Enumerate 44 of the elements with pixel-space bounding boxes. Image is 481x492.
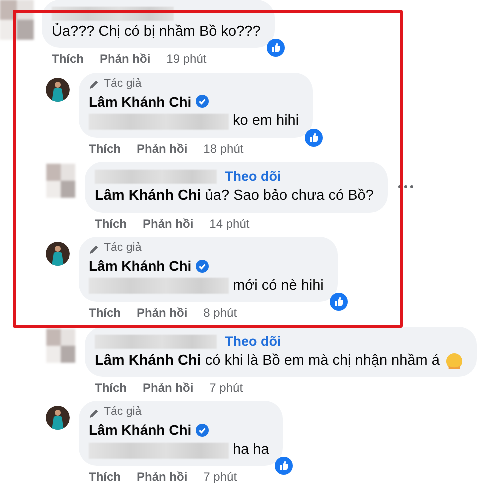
comment-text: Lâm Khánh Chi ủa? Sao bảo chưa có Bồ? — [95, 188, 374, 206]
author-name[interactable]: Lâm Khánh Chi — [89, 422, 192, 440]
timestamp[interactable]: 19 phút — [166, 52, 207, 67]
avatar[interactable] — [46, 78, 70, 102]
action-link[interactable]: Phản hồi — [143, 381, 194, 396]
like-reaction-icon[interactable] — [305, 128, 324, 147]
author-role: Tác giả — [104, 242, 142, 256]
timestamp[interactable]: 7 phút — [210, 381, 244, 396]
action-link[interactable]: Phản hồi — [100, 52, 151, 67]
timestamp[interactable]: 7 phút — [204, 470, 238, 485]
action-link[interactable]: Thích — [95, 381, 127, 396]
follow-link[interactable]: Theo dõi — [225, 169, 282, 186]
pencil-icon — [89, 408, 100, 419]
timestamp[interactable]: 18 phút — [204, 142, 244, 156]
action-link[interactable]: Phản hồi — [143, 216, 194, 232]
blurred-avatar[interactable] — [0, 0, 34, 40]
comment-text: ha ha — [233, 442, 270, 460]
more-options-icon[interactable] — [398, 185, 414, 190]
like-reaction-icon[interactable] — [266, 39, 285, 58]
action-link[interactable]: Thích — [95, 216, 127, 232]
comment-text: mới có nè hihi — [233, 278, 324, 296]
timestamp[interactable]: 14 phút — [210, 216, 250, 232]
comment-text: Lâm Khánh Chi có khi là Bồ em mà chị nhận nhầm á — [95, 352, 440, 370]
author-name[interactable]: Lâm Khánh Chi — [89, 258, 192, 275]
author-role: Tác giả — [104, 406, 142, 420]
action-link[interactable]: Thích — [89, 306, 121, 320]
action-link[interactable]: Phản hồi — [137, 306, 188, 320]
comment-text: Ủa??? Chị có bị nhầm Bồ ko??? — [52, 24, 261, 42]
follow-link[interactable]: Theo dõi — [225, 334, 282, 350]
like-reaction-icon[interactable] — [330, 293, 348, 312]
action-link[interactable]: Phản hồi — [137, 142, 188, 156]
author-role: Tác giả — [104, 78, 142, 92]
like-reaction-icon[interactable] — [275, 457, 294, 476]
action-link[interactable]: Thích — [89, 142, 121, 156]
avatar[interactable] — [46, 406, 70, 430]
pencil-icon — [89, 244, 100, 255]
comment-text: ko em hihi — [233, 113, 300, 131]
author-name[interactable]: Lâm Khánh Chi — [89, 94, 192, 110]
pencil-icon — [89, 79, 100, 90]
avatar[interactable] — [46, 242, 70, 266]
action-link[interactable]: Thích — [89, 470, 121, 485]
timestamp[interactable]: 8 phút — [204, 306, 238, 320]
action-link[interactable]: Thích — [52, 52, 84, 67]
action-link[interactable]: Phản hồi — [137, 470, 188, 485]
